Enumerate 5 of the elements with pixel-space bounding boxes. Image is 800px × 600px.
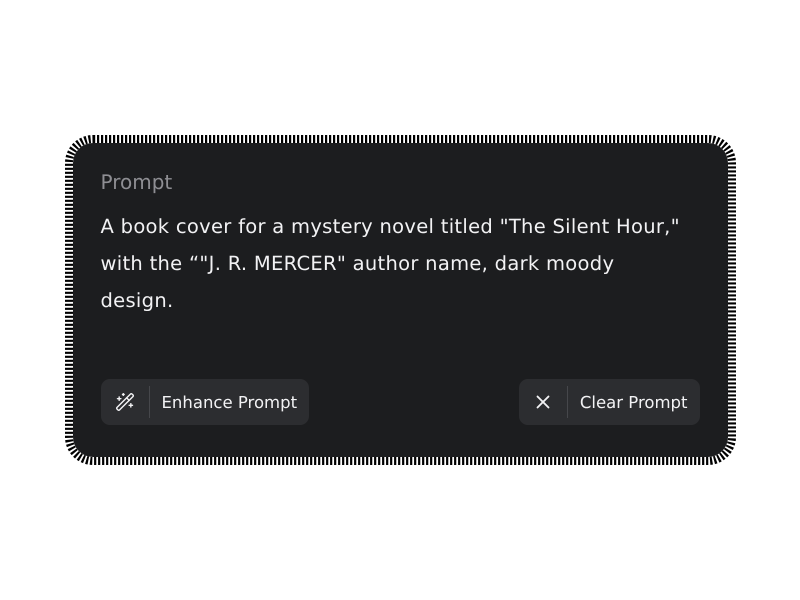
prompt-label: Prompt (100, 169, 172, 196)
magic-wand-icon (114, 392, 134, 412)
clear-prompt-button[interactable]: Clear Prompt (518, 379, 700, 425)
prompt-text: A book cover for a mystery novel titled "The Silent Hour," with the “"J. R. MERCER" author name, dark moody design. (100, 214, 681, 314)
enhance-prompt-button[interactable]: Enhance Prompt (100, 379, 310, 425)
